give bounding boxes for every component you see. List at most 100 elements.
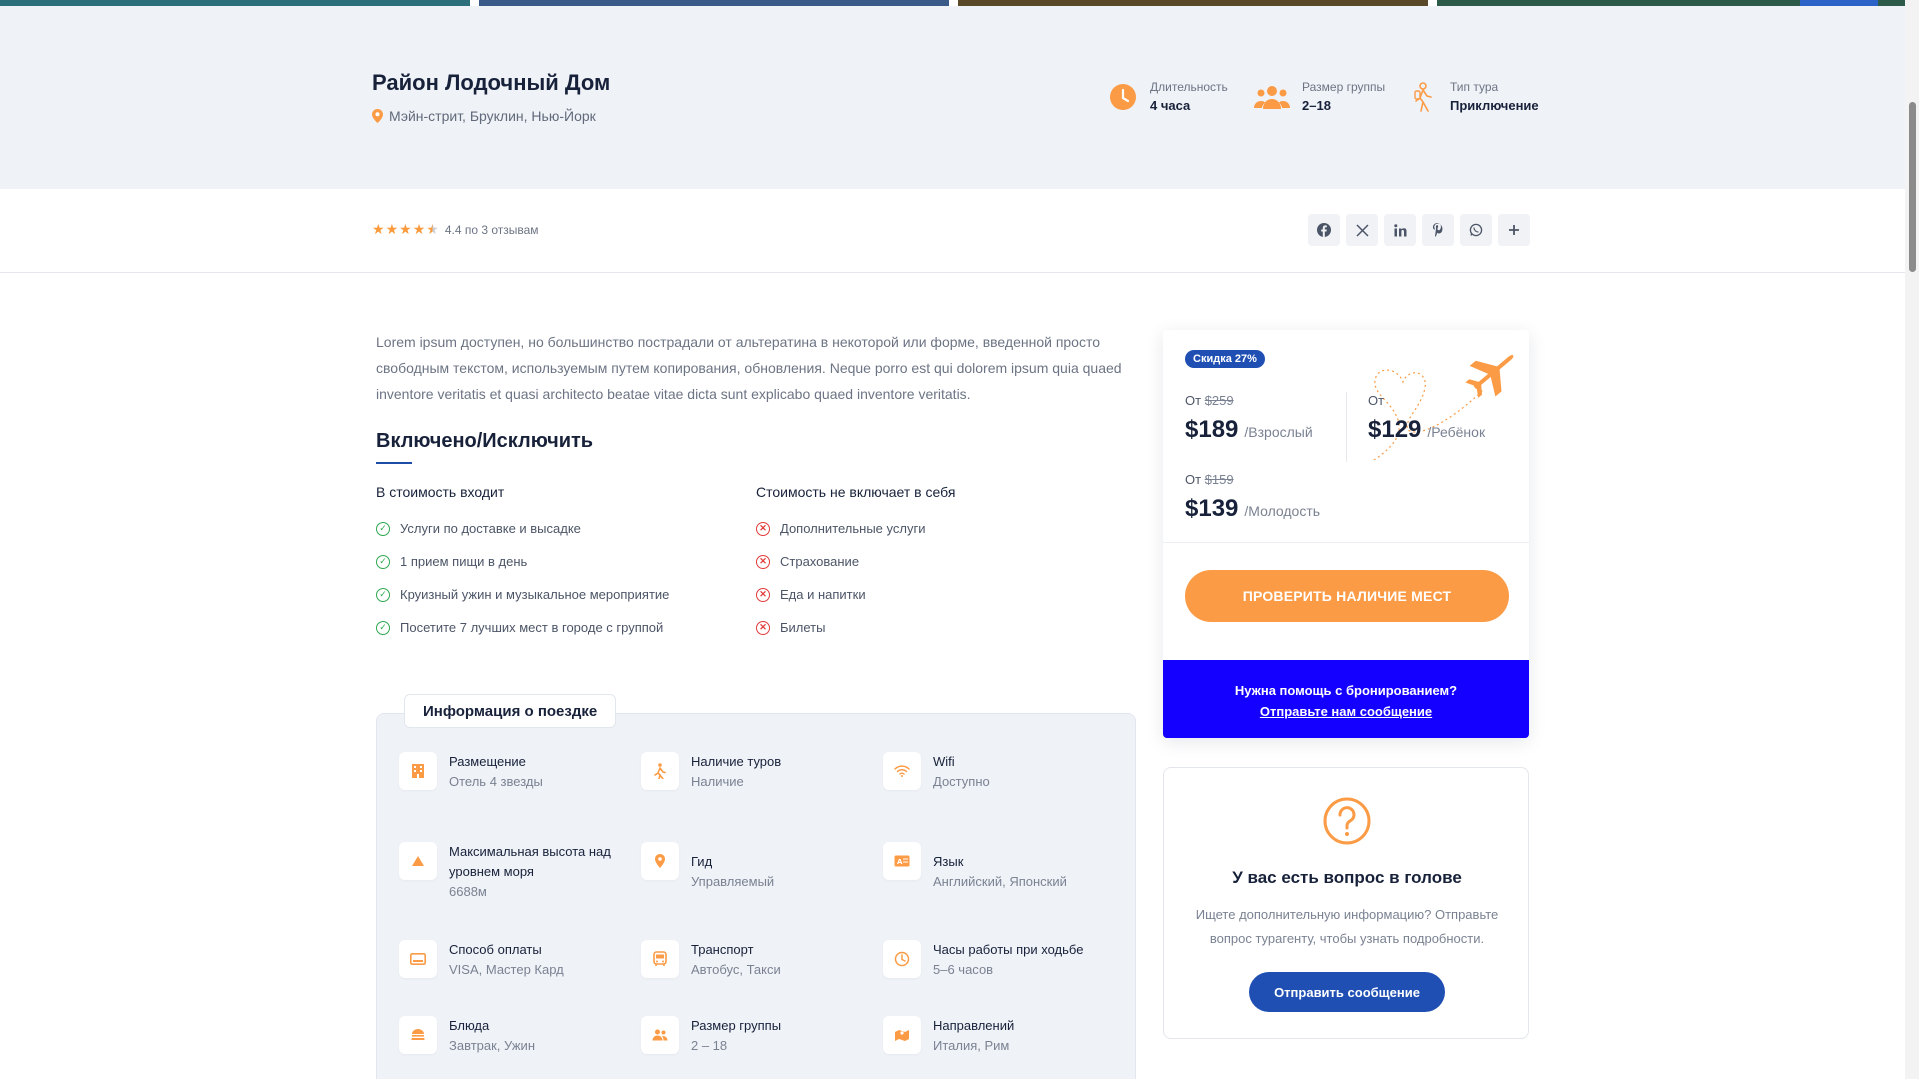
card-icon [399,940,437,978]
star-rating-icon: ★ ★ ★ ★ ★ [372,221,439,238]
info-item-title: Блюда [449,1018,490,1033]
info-item-title: Гид [691,854,713,869]
price-old: $259 [1204,393,1234,408]
meta-label: Длительность [1150,80,1228,94]
discount-badge: Скидка 27% [1185,350,1265,368]
excluded-item: ✕ Дополнительные услуги [756,512,955,545]
included-item-label: 1 прием пищи в день [400,554,528,569]
send-message-link[interactable]: Отправьте нам сообщение [1163,701,1529,722]
star-icon: ★ [385,221,399,237]
info-item: Гид Управляемый [641,842,883,940]
cross-icon: ✕ [756,587,770,602]
info-item-value: Управляемый [691,874,775,889]
linkedin-share-button[interactable] [1384,214,1416,246]
info-item-title: Наличие туров [691,754,782,769]
x-share-button[interactable] [1346,214,1378,246]
included-section-title: Включено/Исключить [376,430,594,452]
info-item: Размер группы 2 – 18 [641,1016,883,1079]
meta-value: 2–18 [1302,98,1331,113]
included-heading: В стоимость входит [376,484,505,500]
more-share-button[interactable] [1498,214,1530,246]
booking-help-bar: Нужна помощь с бронированием? Отправьте … [1163,660,1529,738]
included-list: В стоимость входит ✓ Услуги по доставке и… [376,484,669,644]
included-item-label: Посетите 7 лучших мест в городе с группо… [400,620,664,635]
included-item: ✓ 1 прием пищи в день [376,545,669,578]
price-adult: От $259 $189/Взрослый [1185,393,1313,444]
tour-location: Мэйн-стрит, Бруклин, Нью-Йорк [372,108,596,124]
rating-share-bar: ★ ★ ★ ★ ★ 4.4 по 3 отзывам [0,189,1905,273]
excluded-item: ✕ Еда и напитки [756,578,955,611]
info-item-value: 2 – 18 [691,1038,728,1053]
excluded-item-label: Еда и напитки [780,587,866,602]
cross-icon: ✕ [756,620,770,635]
excluded-heading: Стоимость не включает в себя [756,484,956,500]
info-item-value: Италия, Рим [933,1038,1010,1053]
pinterest-icon [1432,223,1443,237]
info-item-title: Максимальная высота над уровнем моря [449,844,611,879]
share-buttons [1308,214,1530,246]
info-item: Максимальная высота над уровнем моря 6688… [399,842,641,940]
info-item: Способ оплаты VISA, Мастер Кард [399,940,641,1016]
scrollbar-thumb[interactable] [1909,102,1916,272]
facebook-share-button[interactable] [1308,214,1340,246]
meta-value: Приключение [1450,98,1539,113]
cross-icon: ✕ [756,521,770,536]
info-item-title: Размещение [449,754,526,769]
excluded-list: Стоимость не включает в себя ✕ Дополнител… [756,484,955,644]
info-item-title: Язык [933,854,964,869]
info-item: Направлений Италия, Рим [883,1016,1125,1079]
info-item-title: Часы работы при ходьбе [933,942,1084,957]
check-icon: ✓ [376,587,390,602]
info-item-title: Размер группы [691,1018,782,1033]
trip-info-tab[interactable]: Информация о поездке [404,694,617,728]
walker-icon [641,752,679,790]
excluded-item-label: Страхование [780,554,860,569]
check-availability-button[interactable]: ПРОВЕРИТЬ НАЛИЧИЕ МЕСТ [1185,570,1509,622]
clock-icon [1108,82,1138,112]
burger-icon [399,1016,437,1054]
question-title: У вас есть вопрос в голове [1232,868,1462,887]
price-old: $159 [1204,472,1234,487]
info-item: Блюда Завтрак, Ужин [399,1016,641,1079]
star-icon: ★ [372,221,385,237]
rating[interactable]: ★ ★ ★ ★ ★ 4.4 по 3 отзывам [372,221,539,238]
hiker-icon [1408,81,1438,112]
pinterest-share-button[interactable] [1422,214,1454,246]
info-item-title: Транспорт [691,942,754,957]
trip-info-grid: Размещение Отель 4 звезды Наличие туров На… [399,752,1125,1079]
whatsapp-share-button[interactable] [1460,214,1492,246]
scrollbar[interactable] [1905,0,1919,1079]
location-text: Мэйн-стрит, Бруклин, Нью-Йорк [389,108,596,124]
info-item-title: Способ оплаты [449,942,542,957]
meta-tour-type: Тип тура Приключение [1408,80,1539,113]
question-icon [1323,797,1371,845]
included-item-label: Круизный ужин и музыкальное мероприятие [400,587,670,602]
info-item-title: Wifi [933,754,955,769]
meta-value: 4 часа [1150,98,1191,113]
info-item-value: 5–6 часов [933,962,994,977]
location-pin-icon [372,109,383,123]
tour-description: Lorem ipsum доступен, но большинство пос… [376,334,1122,402]
send-message-button[interactable]: Отправить сообщение [1249,972,1445,1012]
rating-text: 4.4 по 3 отзывам [444,222,539,237]
bus-icon [641,940,679,978]
info-item: Транспорт Автобус, Такси [641,940,883,1016]
price-from-label: От [1185,393,1202,408]
group-icon [641,1016,679,1054]
star-icon: ★ [399,221,412,237]
svg-text:A: A [897,858,903,866]
page-title: Район Лодочный Дом [372,70,611,95]
price-child: От $129/Ребёнок [1368,393,1485,444]
price-value: $129 [1368,416,1422,443]
price-from-label: От [1368,393,1385,408]
price-youth: От $159 $139/Молодость [1185,472,1320,523]
price-value: $189 [1185,416,1239,443]
info-item-title: Направлений [933,1018,1015,1033]
info-item-value: 6688м [449,884,487,899]
plus-icon [1509,225,1519,235]
language-icon: A [883,842,921,880]
info-item: Размещение Отель 4 звезды [399,752,641,842]
included-item-label: Услуги по доставке и высадке [400,521,581,536]
info-item-value: Отель 4 звезды [449,774,543,789]
check-icon: ✓ [376,521,390,536]
